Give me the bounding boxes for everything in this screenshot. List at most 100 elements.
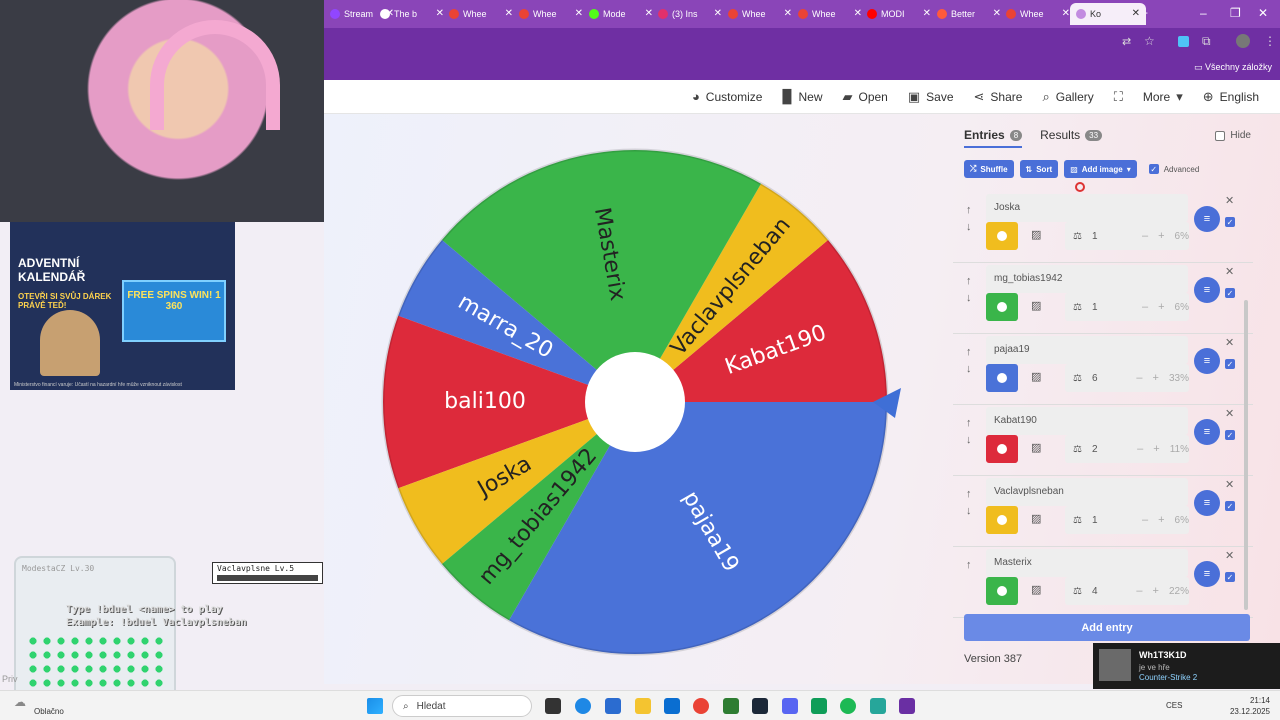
browser-menu-icon[interactable]: ⋮	[1264, 34, 1276, 48]
outlook-icon[interactable]	[664, 698, 680, 714]
entry-enabled-checkbox[interactable]: ✓	[1225, 359, 1235, 369]
browser-tab[interactable]: MODI ✕	[861, 3, 937, 25]
chrome-icon[interactable]	[693, 698, 709, 714]
browser-tab[interactable]: Mode ✕	[583, 3, 659, 25]
entry-settings-button[interactable]: ≡	[1194, 419, 1220, 445]
gallery-button[interactable]: ⌕ Gallery	[1033, 80, 1102, 114]
taskbar-search[interactable]: ⌕ Hledat	[392, 695, 532, 717]
remove-entry-icon[interactable]: ✕	[1225, 265, 1234, 278]
move-down-icon[interactable]: ↓	[966, 221, 972, 233]
entry-settings-button[interactable]: ≡	[1194, 561, 1220, 587]
entry-image-icon[interactable]: ▨	[1031, 299, 1041, 312]
explorer-icon[interactable]	[635, 698, 651, 714]
browser-tab[interactable]: Ko ✕	[1070, 3, 1146, 25]
move-up-icon[interactable]: ↑	[966, 559, 972, 571]
move-up-icon[interactable]: ↑	[966, 417, 972, 429]
remove-entry-icon[interactable]: ✕	[1225, 549, 1234, 562]
weight-decrement-button[interactable]: –	[1142, 514, 1148, 526]
translate-icon[interactable]: ⇄	[1122, 35, 1131, 48]
entry-color-button[interactable]	[986, 364, 1018, 392]
weight-increment-button[interactable]: +	[1158, 514, 1164, 526]
advanced-toggle[interactable]: ✓ Advanced	[1148, 164, 1199, 174]
add-entry-button[interactable]: Add entry	[964, 614, 1250, 641]
remove-entry-icon[interactable]: ✕	[1225, 407, 1234, 420]
system-clock[interactable]: 21:14 23.12.2025	[1230, 695, 1270, 717]
all-bookmarks-folder[interactable]: ▭ Všechny záložky	[1194, 62, 1272, 73]
weather-label[interactable]: Oblačno	[34, 707, 64, 716]
weight-increment-button[interactable]: +	[1158, 230, 1164, 242]
entry-name-input[interactable]: Masterix	[986, 549, 1188, 577]
task-view-icon[interactable]	[545, 698, 561, 714]
weight-increment-button[interactable]: +	[1153, 372, 1159, 384]
entry-color-button[interactable]	[986, 577, 1018, 605]
entry-enabled-checkbox[interactable]: ✓	[1225, 572, 1235, 582]
browser-tab[interactable]: Whee ✕	[443, 3, 519, 25]
weight-decrement-button[interactable]: –	[1136, 372, 1142, 384]
app-icon[interactable]	[723, 698, 739, 714]
open-button[interactable]: ▰ Open	[834, 80, 897, 114]
move-up-icon[interactable]: ↑	[966, 275, 972, 287]
spin-wheel[interactable]: Kabat190VaclavplsnebanMasterixmarra_20ba…	[381, 148, 911, 658]
save-button[interactable]: ▣ Save	[899, 80, 963, 114]
discord-icon[interactable]	[782, 698, 798, 714]
shuffle-button[interactable]: ⤮ Shuffle	[964, 160, 1014, 178]
start-button[interactable]	[367, 698, 383, 714]
advanced-checkbox[interactable]: ✓	[1148, 164, 1159, 174]
close-tab-icon[interactable]: ✕	[923, 8, 931, 19]
sort-button[interactable]: ⇅ Sort	[1019, 160, 1059, 178]
close-tab-icon[interactable]: ✕	[714, 8, 722, 19]
wheel-center-hub[interactable]	[585, 352, 685, 452]
entry-weight-field[interactable]: ⚖ 1 – +6%	[1065, 506, 1189, 534]
entry-enabled-checkbox[interactable]: ✓	[1225, 217, 1235, 227]
weight-decrement-button[interactable]: –	[1136, 585, 1142, 597]
entry-image-icon[interactable]: ▨	[1031, 512, 1041, 525]
entry-color-button[interactable]	[986, 222, 1018, 250]
remove-entry-icon[interactable]: ✕	[1225, 478, 1234, 491]
entry-settings-button[interactable]: ≡	[1194, 490, 1220, 516]
entry-name-input[interactable]: Vaclavplsneban	[986, 478, 1188, 506]
tab-results[interactable]: Results 33	[1040, 128, 1103, 142]
entry-color-button[interactable]	[986, 293, 1018, 321]
language-button[interactable]: ⊕ English	[1194, 80, 1268, 114]
profile-avatar[interactable]	[1236, 34, 1250, 48]
bookmark-star-icon[interactable]: ☆	[1144, 34, 1155, 48]
remove-entry-icon[interactable]: ✕	[1225, 336, 1234, 349]
weight-decrement-button[interactable]: –	[1137, 443, 1143, 455]
browser-tab[interactable]: Better ✕	[931, 3, 1007, 25]
browser-tab[interactable]: The b ✕	[374, 3, 450, 25]
entry-settings-button[interactable]: ≡	[1194, 348, 1220, 374]
hide-checkbox[interactable]	[1215, 130, 1226, 141]
entry-image-icon[interactable]: ▨	[1031, 370, 1041, 383]
entry-weight-field[interactable]: ⚖ 1 – +6%	[1065, 222, 1189, 250]
sheets-icon[interactable]	[811, 698, 827, 714]
weight-increment-button[interactable]: +	[1153, 443, 1159, 455]
entry-color-button[interactable]	[986, 435, 1018, 463]
obs-icon[interactable]	[899, 698, 915, 714]
entry-image-icon[interactable]: ▨	[1031, 441, 1041, 454]
input-language[interactable]: CES	[1166, 701, 1182, 710]
app2-icon[interactable]	[870, 698, 886, 714]
entry-image-icon[interactable]: ▨	[1031, 228, 1041, 241]
close-tab-icon[interactable]: ✕	[1132, 8, 1140, 19]
entry-color-button[interactable]	[986, 506, 1018, 534]
steam-icon[interactable]	[752, 698, 768, 714]
restore-icon[interactable]: ❐	[1230, 6, 1241, 20]
entry-name-input[interactable]: mg_tobias1942	[986, 265, 1188, 293]
move-up-icon[interactable]: ↑	[966, 488, 972, 500]
add-image-button[interactable]: ▨ Add image ▾	[1064, 160, 1137, 178]
browser-tab[interactable]: (3) Ins ✕	[652, 3, 728, 25]
entry-settings-button[interactable]: ≡	[1194, 206, 1220, 232]
new-button[interactable]: ▉ New	[773, 80, 831, 114]
entry-name-input[interactable]: pajaa19	[986, 336, 1188, 364]
weight-decrement-button[interactable]: –	[1142, 230, 1148, 242]
close-tab-icon[interactable]: ✕	[784, 8, 792, 19]
share-button[interactable]: ⋖ Share	[965, 80, 1032, 114]
remove-entry-icon[interactable]: ✕	[1225, 194, 1234, 207]
entries-scrollbar[interactable]	[1244, 300, 1248, 610]
browser-tab[interactable]: Whee ✕	[722, 3, 798, 25]
move-down-icon[interactable]: ↓	[966, 292, 972, 304]
weight-decrement-button[interactable]: –	[1142, 301, 1148, 313]
entry-enabled-checkbox[interactable]: ✓	[1225, 430, 1235, 440]
more-button[interactable]: More ▾	[1134, 80, 1192, 114]
weight-increment-button[interactable]: +	[1153, 585, 1159, 597]
